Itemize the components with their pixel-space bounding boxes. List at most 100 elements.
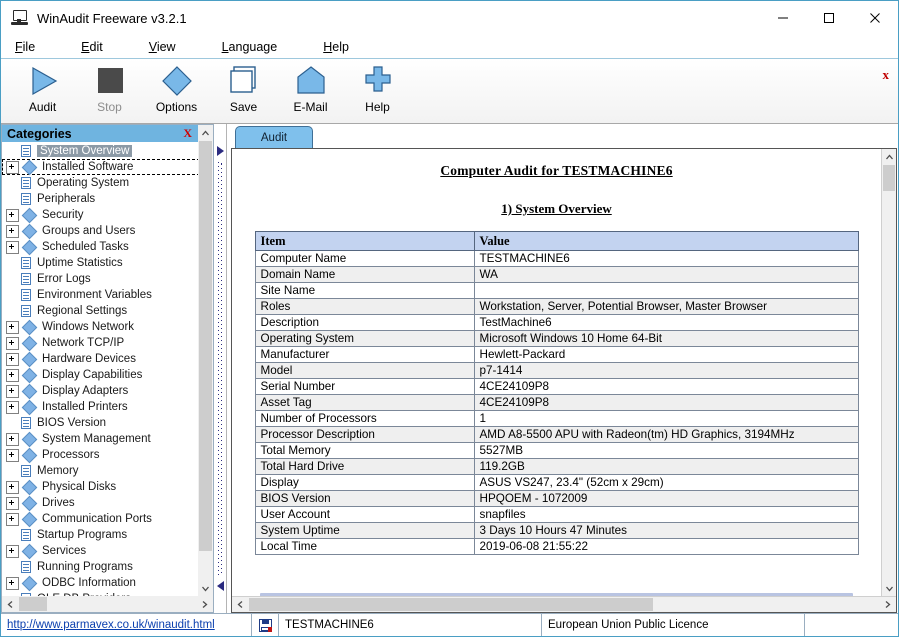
expand-icon[interactable] — [6, 544, 19, 558]
sidebar-item-regional-settings[interactable]: Regional Settings — [2, 303, 198, 319]
expand-icon[interactable] — [6, 496, 19, 510]
tree-scroll-track[interactable] — [198, 141, 213, 580]
splitter-grip[interactable] — [218, 162, 222, 575]
sidebar-item-label: Hardware Devices — [42, 353, 136, 365]
sidebar-item-communication-ports[interactable]: Communication Ports — [2, 511, 198, 527]
toolbar-close-icon[interactable]: x — [883, 67, 890, 83]
expand-icon[interactable] — [6, 320, 19, 334]
options-button[interactable]: Options — [143, 59, 210, 125]
email-button[interactable]: E-Mail — [277, 59, 344, 125]
tree-scroll-left-button[interactable] — [2, 596, 19, 612]
report-hscroll-thumb[interactable] — [249, 598, 653, 611]
expand-icon[interactable] — [6, 480, 19, 494]
expand-icon[interactable] — [6, 384, 19, 398]
expand-icon[interactable] — [6, 352, 19, 366]
menu-edit[interactable]: Edit — [81, 40, 103, 54]
maximize-button[interactable] — [806, 1, 852, 35]
help-button[interactable]: Help — [344, 59, 411, 125]
tree-scroll-down-button[interactable] — [198, 580, 213, 596]
menu-help[interactable]: Help — [323, 40, 349, 54]
expand-icon[interactable] — [6, 240, 19, 254]
sidebar-item-odbc-information[interactable]: ODBC Information — [2, 575, 198, 591]
sidebar-item-startup-programs[interactable]: Startup Programs — [2, 527, 198, 543]
categories-header: Categories X — [2, 125, 198, 142]
tree-hscroll-track[interactable] — [19, 596, 196, 612]
expand-icon[interactable] — [6, 208, 19, 222]
report-vertical-scrollbar[interactable] — [881, 149, 896, 596]
menu-view[interactable]: View — [149, 40, 176, 54]
expand-icon[interactable] — [6, 336, 19, 350]
categories-close-icon[interactable]: X — [183, 125, 192, 142]
website-link[interactable]: http://www.parmavex.co.uk/winaudit.html — [7, 619, 215, 631]
minimize-button[interactable] — [760, 1, 806, 35]
sidebar-item-error-logs[interactable]: Error Logs — [2, 271, 198, 287]
save-button[interactable]: Save — [210, 59, 277, 125]
sidebar-item-peripherals[interactable]: Peripherals — [2, 191, 198, 207]
sidebar-item-running-programs[interactable]: Running Programs — [2, 559, 198, 575]
sidebar-item-hardware-devices[interactable]: Hardware Devices — [2, 351, 198, 367]
expand-icon[interactable] — [6, 368, 19, 382]
audit-button[interactable]: Audit — [9, 59, 76, 125]
menu-file[interactable]: File — [15, 40, 35, 54]
report-scroll-left-button[interactable] — [232, 597, 249, 612]
menu-language[interactable]: Language — [222, 40, 278, 54]
sidebar-item-display-adapters[interactable]: Display Adapters — [2, 383, 198, 399]
sidebar-item-security[interactable]: Security — [2, 207, 198, 223]
sidebar-item-operating-system[interactable]: Operating System — [2, 175, 198, 191]
sidebar-item-services[interactable]: Services — [2, 543, 198, 559]
sidebar-item-system-overview[interactable]: System Overview — [2, 143, 198, 159]
sidebar-item-uptime-statistics[interactable]: Uptime Statistics — [2, 255, 198, 271]
sidebar-item-display-capabilities[interactable]: Display Capabilities — [2, 367, 198, 383]
expand-icon[interactable] — [6, 448, 19, 462]
sidebar-item-system-management[interactable]: System Management — [2, 431, 198, 447]
sidebar-item-processors[interactable]: Processors — [2, 447, 198, 463]
splitter-expand-icon[interactable] — [217, 146, 224, 156]
report-hscroll-track[interactable] — [249, 597, 879, 612]
document-icon — [21, 273, 31, 285]
document-icon — [21, 305, 31, 317]
report-scroll-track[interactable] — [882, 165, 896, 580]
expand-icon[interactable] — [6, 432, 19, 446]
sidebar-item-network-tcp-ip[interactable]: Network TCP/IP — [2, 335, 198, 351]
category-tree[interactable]: System Overview Installed Software Operati… — [2, 142, 198, 596]
sidebar-item-physical-disks[interactable]: Physical Disks — [2, 479, 198, 495]
tree-scroll-thumb[interactable] — [199, 141, 212, 551]
sidebar-item-scheduled-tasks[interactable]: Scheduled Tasks — [2, 239, 198, 255]
sidebar-item-windows-network[interactable]: Windows Network — [2, 319, 198, 335]
sidebar-item-memory[interactable]: Memory — [2, 463, 198, 479]
document-icon — [21, 257, 31, 269]
sidebar-item-environment-variables[interactable]: Environment Variables — [2, 287, 198, 303]
report-scroll-down-button[interactable] — [882, 580, 896, 596]
tree-scroll-right-button[interactable] — [196, 596, 213, 612]
sidebar-item-installed-software[interactable]: Installed Software — [2, 159, 198, 175]
tree-scroll-up-button[interactable] — [198, 125, 213, 141]
close-button[interactable] — [852, 1, 898, 35]
splitter-collapse-icon[interactable] — [217, 581, 224, 591]
menu-edit-rest: dit — [89, 39, 103, 54]
tree-vertical-scrollbar[interactable] — [198, 124, 214, 596]
expand-icon[interactable] — [6, 512, 19, 526]
report-scroll-up-button[interactable] — [882, 149, 896, 165]
panel-splitter[interactable] — [214, 124, 229, 613]
table-row: Roles Workstation, Server, Potential Brow… — [254, 298, 859, 315]
expand-icon[interactable] — [6, 400, 19, 414]
plus-cross-icon — [361, 63, 395, 99]
diamond-icon — [21, 495, 38, 511]
expand-icon[interactable] — [6, 160, 19, 174]
tree-hscroll-thumb[interactable] — [19, 597, 47, 611]
tab-audit[interactable]: Audit — [235, 126, 313, 148]
sidebar-item-groups-and-users[interactable]: Groups and Users — [2, 223, 198, 239]
report-scroll-right-button[interactable] — [879, 597, 896, 612]
report-scroll-thumb[interactable] — [883, 165, 895, 191]
report-horizontal-scrollbar[interactable] — [232, 596, 896, 612]
expand-icon[interactable] — [6, 224, 19, 238]
sidebar-item-drives[interactable]: Drives — [2, 495, 198, 511]
status-save-button[interactable] — [252, 614, 279, 636]
table-cell-item: User Account — [254, 506, 475, 523]
expand-icon[interactable] — [6, 576, 19, 590]
status-url-cell[interactable]: http://www.parmavex.co.uk/winaudit.html — [1, 614, 252, 636]
tree-horizontal-scrollbar[interactable] — [1, 596, 214, 613]
stop-button[interactable]: Stop — [76, 59, 143, 125]
sidebar-item-installed-printers[interactable]: Installed Printers — [2, 399, 198, 415]
sidebar-item-bios-version[interactable]: BIOS Version — [2, 415, 198, 431]
